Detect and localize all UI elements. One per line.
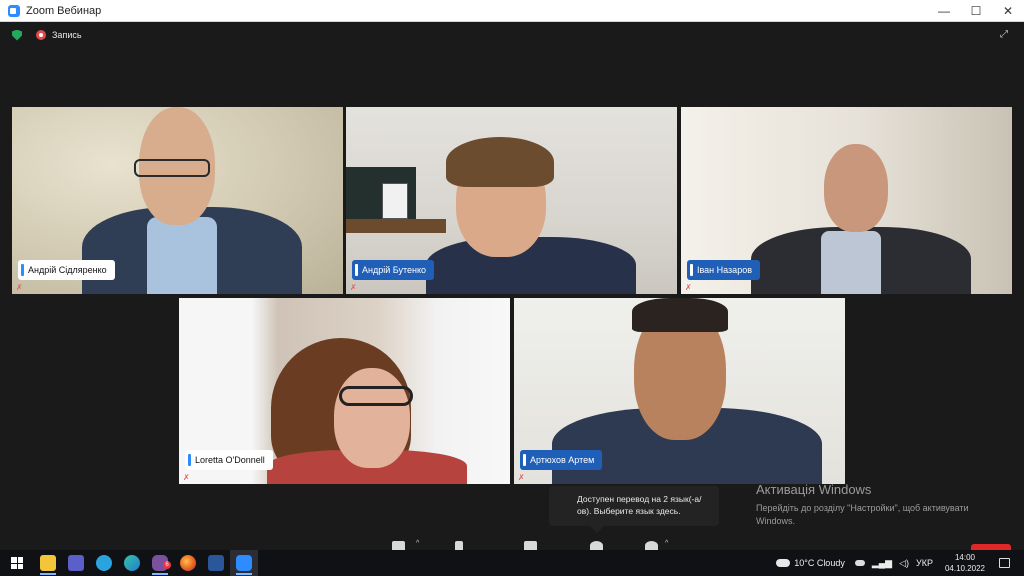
notifications-icon[interactable] bbox=[999, 558, 1010, 568]
participant-shirt bbox=[147, 217, 217, 294]
edge-icon bbox=[124, 555, 140, 571]
microphone-options-caret[interactable]: ^ bbox=[416, 540, 419, 547]
reactions-button[interactable] bbox=[645, 541, 658, 550]
file-explorer-taskbar-button[interactable] bbox=[34, 550, 62, 576]
video-tile-2[interactable]: Андрій Бутенко ✗ bbox=[346, 107, 677, 294]
minimize-button[interactable]: — bbox=[928, 0, 960, 22]
viber-taskbar-button[interactable]: 6 bbox=[146, 550, 174, 576]
participant-head bbox=[334, 368, 410, 468]
participants-button[interactable] bbox=[524, 541, 537, 550]
participant-head bbox=[824, 144, 888, 232]
participant-name-tag: Іван Назаров bbox=[687, 260, 760, 280]
file-explorer-icon bbox=[40, 555, 56, 571]
windows-activation-watermark: Активація Windows Перейдіть до розділу "… bbox=[756, 482, 996, 528]
muted-mic-icon: ✗ bbox=[518, 473, 525, 482]
muted-mic-icon: ✗ bbox=[16, 283, 23, 292]
teams-icon bbox=[68, 555, 84, 571]
video-tile-4[interactable]: Loretta O'Donnell ✗ bbox=[179, 298, 510, 484]
weather-label[interactable]: 10°C Cloudy bbox=[794, 558, 845, 568]
muted-mic-icon: ✗ bbox=[183, 473, 190, 482]
zoom-app-icon bbox=[8, 4, 20, 17]
muted-mic-icon: ✗ bbox=[685, 283, 692, 292]
participant-shirt bbox=[821, 231, 881, 294]
book-cover bbox=[382, 183, 408, 219]
window-titlebar: Zoom Вебинар — ☐ ✕ bbox=[0, 0, 1024, 22]
cloud-icon bbox=[776, 559, 791, 567]
glasses-icon bbox=[134, 159, 210, 177]
windows-logo-icon bbox=[11, 557, 23, 569]
security-shield-icon[interactable] bbox=[12, 29, 22, 41]
network-icon[interactable]: ▂▄▆ bbox=[872, 558, 892, 569]
shelf bbox=[346, 219, 446, 233]
word-icon bbox=[208, 555, 224, 571]
close-button[interactable]: ✕ bbox=[992, 0, 1024, 22]
telegram-taskbar-button[interactable] bbox=[90, 550, 118, 576]
tooltip-text: Доступен перевод на 2 язык(-а/ов). Выбер… bbox=[577, 494, 702, 516]
activation-text: Перейдіть до розділу "Настройки", щоб ак… bbox=[756, 503, 969, 526]
muted-mic-icon: ✗ bbox=[350, 283, 357, 292]
microphone-button[interactable] bbox=[392, 541, 405, 550]
video-tile-1[interactable]: Андрій Сідляренко ✗ bbox=[12, 107, 343, 294]
participant-name-tag: Loretta O'Donnell bbox=[185, 450, 273, 470]
firefox-taskbar-button[interactable] bbox=[174, 550, 202, 576]
clock-time: 14:00 bbox=[954, 553, 975, 562]
video-tile-5[interactable]: Артюхов Артем ✗ bbox=[514, 298, 845, 484]
teams-taskbar-button[interactable] bbox=[62, 550, 90, 576]
clock[interactable]: 14:00 04.10.2022 bbox=[945, 552, 985, 574]
recording-label[interactable]: Запись bbox=[52, 30, 82, 40]
start-button[interactable] bbox=[0, 550, 34, 576]
activation-title: Активація Windows bbox=[756, 482, 872, 497]
fullscreen-icon[interactable]: ⤢ bbox=[1000, 30, 1010, 40]
participant-name-tag: Артюхов Артем bbox=[520, 450, 603, 470]
translation-tooltip[interactable]: Доступен перевод на 2 язык(-а/ов). Выбер… bbox=[549, 486, 719, 526]
telegram-icon bbox=[96, 555, 112, 571]
window-title: Zoom Вебинар bbox=[26, 4, 102, 17]
system-tray: 10°C Cloudy ▂▄▆ ◁) УКР 14:00 04.10.2022 bbox=[776, 550, 1024, 576]
tray-cloud-icon[interactable] bbox=[854, 560, 865, 566]
reactions-options-caret[interactable]: ^ bbox=[665, 540, 668, 547]
edge-taskbar-button[interactable] bbox=[118, 550, 146, 576]
volume-icon[interactable]: ◁) bbox=[899, 558, 909, 569]
meeting-controls-bar: ^ ^ bbox=[0, 538, 1024, 550]
language-indicator[interactable]: УКР bbox=[916, 558, 933, 568]
participant-hair bbox=[446, 137, 554, 187]
video-button[interactable] bbox=[455, 541, 463, 550]
video-tile-3[interactable]: Іван Назаров ✗ bbox=[681, 107, 1012, 294]
firefox-icon bbox=[180, 555, 196, 571]
word-taskbar-button[interactable] bbox=[202, 550, 230, 576]
clock-date: 04.10.2022 bbox=[944, 564, 985, 573]
zoom-taskbar-button[interactable] bbox=[230, 550, 258, 576]
window-controls: — ☐ ✕ bbox=[928, 0, 1024, 22]
participant-hair bbox=[632, 298, 728, 332]
interpretation-globe-button[interactable] bbox=[590, 541, 603, 550]
zoom-icon bbox=[236, 555, 252, 571]
meeting-top-strip: Запись ⤢ bbox=[0, 22, 1024, 48]
glasses-icon bbox=[339, 386, 413, 406]
maximize-button[interactable]: ☐ bbox=[960, 0, 992, 22]
participant-name-tag: Андрій Бутенко bbox=[352, 260, 435, 280]
participant-name-tag: Андрій Сідляренко bbox=[18, 260, 115, 280]
notification-badge: 6 bbox=[163, 561, 171, 569]
recording-icon[interactable] bbox=[36, 30, 46, 40]
